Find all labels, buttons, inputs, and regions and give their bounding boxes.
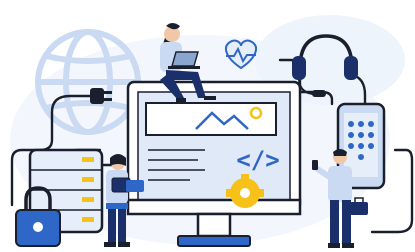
code-symbol: </> [236, 146, 279, 174]
tech-support-illustration: </> [0, 0, 415, 252]
image-placeholder-icon [145, 102, 277, 136]
